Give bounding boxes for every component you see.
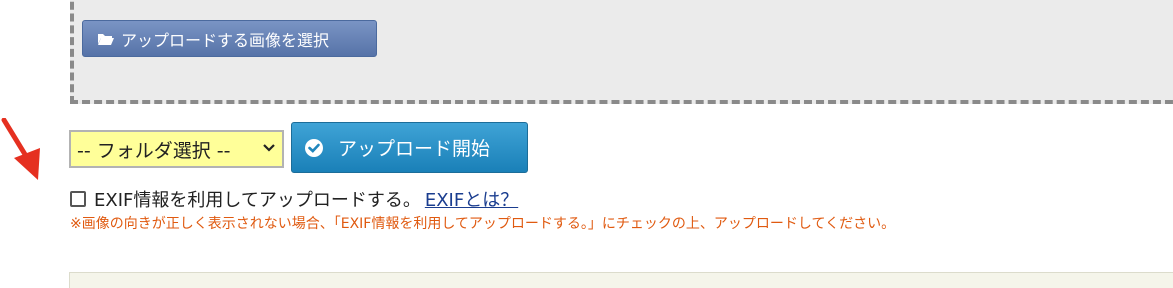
exif-option-row: EXIF情報を利用してアップロードする。 EXIFとは？: [70, 186, 518, 212]
exif-note: ※画像の向きが正しく表示されない場合、「EXIF情報を利用してアップロードする。…: [70, 216, 896, 232]
start-upload-button[interactable]: アップロード開始: [291, 122, 528, 173]
exif-checkbox[interactable]: [70, 191, 86, 207]
exif-help-link[interactable]: EXIFとは？: [425, 186, 518, 212]
select-images-label: アップロードする画像を選択: [121, 30, 330, 50]
red-arrow-icon: [1, 118, 40, 180]
folder-select-value: -- フォルダ選択 --: [77, 139, 231, 162]
folder-open-icon: [98, 33, 114, 45]
folder-select-dropdown[interactable]: -- フォルダ選択 --: [69, 130, 284, 168]
chevron-down-icon: [263, 144, 275, 152]
start-upload-label: アップロード開始: [338, 138, 491, 160]
exif-checkbox-label[interactable]: EXIF情報を利用してアップロードする。: [94, 186, 421, 212]
check-circle-icon: [305, 138, 323, 157]
select-images-button[interactable]: アップロードする画像を選択: [82, 20, 377, 57]
bottom-panel: [69, 272, 1173, 288]
